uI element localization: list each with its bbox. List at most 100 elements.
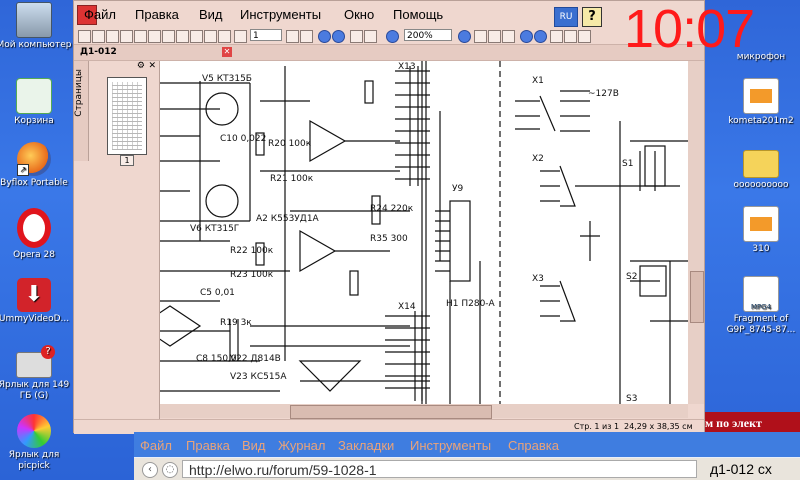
browser-menu-bookmarks[interactable]: Закладки	[338, 438, 394, 453]
prev-page-icon[interactable]	[234, 30, 247, 43]
thumbnail-panel: ⚙ ✕ 1	[89, 61, 160, 423]
browser-menu-view[interactable]: Вид	[242, 438, 266, 453]
label-r20: R20 100к	[268, 139, 312, 149]
label-s2: S2	[626, 272, 637, 282]
djvu-viewer-window: Файл Правка Вид Инструменты Окно Помощь …	[73, 0, 705, 434]
desktop-icon-mpg4[interactable]: MPG4 Fragment of G9P_8745-87...	[722, 276, 800, 336]
actual-size-icon[interactable]	[502, 30, 515, 43]
first-page-icon[interactable]	[218, 30, 231, 43]
menu-help[interactable]: Помощь	[393, 7, 443, 22]
label-s3: S3	[626, 394, 637, 404]
back-icon[interactable]	[318, 30, 331, 43]
fit-width-icon[interactable]	[474, 30, 487, 43]
label-v5: V5 КТ315Б	[202, 74, 252, 84]
zoom-tool-icon[interactable]	[190, 30, 203, 43]
horizontal-scrollbar[interactable]	[160, 404, 688, 419]
print-icon[interactable]	[106, 30, 119, 43]
browser-tab[interactable]: д1-012 сх	[710, 460, 800, 478]
desktop-icon-310[interactable]: 310	[722, 206, 800, 255]
desktop-icon-label: Ярлык для 149 ГБ (G)	[0, 380, 70, 401]
horizontal-scroll-thumb[interactable]	[290, 405, 492, 419]
desktop-icon-label: UmmyVideoD...	[0, 314, 70, 324]
label-x3: X3	[532, 274, 544, 284]
zoom-select[interactable]: 200%	[404, 29, 452, 41]
save-icon[interactable]	[92, 30, 105, 43]
single-page-icon[interactable]	[350, 30, 363, 43]
desktop-icon-kometa[interactable]: kometa201m2	[722, 78, 800, 127]
rotate-icon[interactable]	[204, 30, 217, 43]
address-bar[interactable]: http://elwo.ru/forum/59-1028-1	[182, 460, 697, 478]
desktop-icon-label: Fragment of G9P_8745-87...	[726, 314, 796, 335]
close-icon[interactable]: ✕	[148, 61, 156, 71]
browser-menu-edit[interactable]: Правка	[186, 438, 230, 453]
fullscreen-icon[interactable]	[564, 30, 577, 43]
back-icon[interactable]: ‹	[142, 462, 158, 478]
page-thumbnail[interactable]	[107, 77, 147, 155]
label-v6: V6 КТ315Г	[190, 224, 239, 234]
computer-icon	[16, 2, 52, 38]
zoom-out-icon[interactable]	[386, 30, 399, 43]
browser-menu-history[interactable]: Журнал	[278, 438, 325, 453]
menu-window[interactable]: Окно	[344, 7, 374, 22]
select-tool-icon[interactable]	[162, 30, 175, 43]
image-file-icon	[743, 78, 779, 114]
continuous-icon[interactable]	[364, 30, 377, 43]
find-icon[interactable]	[120, 30, 133, 43]
document-tab[interactable]: Д1-012	[80, 47, 117, 57]
schematic-page[interactable]: V5 КТ315Б C10 0,022 R20 100к R21 100к A2…	[160, 61, 688, 404]
label-127v: ~127В	[588, 89, 619, 99]
zoom-in-icon[interactable]	[458, 30, 471, 43]
opera-icon	[17, 208, 51, 248]
rotate-left-icon[interactable]	[520, 30, 533, 43]
sidebar-tab-label: Страницы	[74, 69, 84, 117]
menu-edit[interactable]: Правка	[135, 7, 179, 22]
label-r23: R23 100к	[230, 270, 274, 280]
browser-menu-help[interactable]: Справка	[508, 438, 559, 453]
label-r19: R19 3к	[220, 318, 252, 328]
copy-icon[interactable]	[134, 30, 147, 43]
open-icon[interactable]	[78, 30, 91, 43]
browser-menubar: Файл Правка Вид Журнал Закладки Инструме…	[134, 432, 800, 457]
label-x1: X1	[532, 76, 544, 86]
desktop-icon-drive-g[interactable]: ? Ярлык для 149 ГБ (G)	[0, 345, 74, 402]
sidebar-pages-tab[interactable]: Страницы	[74, 61, 89, 161]
language-indicator[interactable]: RU	[554, 7, 578, 27]
forward-icon[interactable]	[332, 30, 345, 43]
vertical-scrollbar[interactable]	[688, 61, 704, 404]
desktop-icon-opera[interactable]: Opera 28	[0, 208, 74, 261]
status-size: 24,29 x 38,35 см	[624, 422, 693, 431]
globe-icon: ◌	[162, 462, 178, 478]
drive-icon: ?	[16, 345, 55, 378]
next-page-icon[interactable]	[286, 30, 299, 43]
close-tab-icon[interactable]: ✕	[222, 47, 232, 57]
browser-window: Файл Правка Вид Журнал Закладки Инструме…	[134, 432, 800, 480]
layout-icon[interactable]	[550, 30, 563, 43]
rotate-right-icon[interactable]	[534, 30, 547, 43]
desktop-icon-recycle-bin[interactable]: Корзина	[0, 78, 74, 127]
viewer-toolbar: 1 200%	[74, 28, 704, 45]
desktop-icon-byflox[interactable]: ↗ Byflox Portable	[0, 142, 74, 189]
help-button[interactable]: ?	[582, 7, 602, 27]
label-x14: X14	[398, 302, 416, 312]
last-page-icon[interactable]	[300, 30, 313, 43]
vertical-scroll-thumb[interactable]	[690, 271, 704, 323]
desktop-icon-folder[interactable]: оооооооооо	[722, 144, 800, 191]
browser-menu-tools[interactable]: Инструменты	[410, 438, 491, 453]
hand-tool-icon[interactable]	[148, 30, 161, 43]
palette-icon	[17, 414, 51, 448]
rect-select-icon[interactable]	[176, 30, 189, 43]
desktop-icon-picpick[interactable]: Ярлык для picpick	[0, 414, 74, 472]
fit-page-icon[interactable]	[488, 30, 501, 43]
page-number-input[interactable]: 1	[250, 29, 282, 41]
browser-menu-file[interactable]: Файл	[140, 438, 172, 453]
desktop-icon-my-computer[interactable]: Мой компьютер	[0, 2, 74, 51]
desktop-icon-ummy[interactable]: ⬇ UmmyVideoD...	[0, 278, 74, 325]
desktop-icon-label: Byflox Portable	[0, 178, 68, 188]
menu-tools[interactable]: Инструменты	[240, 7, 321, 22]
bookmark-icon[interactable]	[578, 30, 591, 43]
menu-view[interactable]: Вид	[199, 7, 223, 22]
menu-file[interactable]: Файл	[84, 7, 116, 22]
label-r21: R21 100к	[270, 174, 314, 184]
gear-icon[interactable]: ⚙	[137, 61, 145, 71]
clock-overlay: 10:07	[624, 0, 755, 59]
